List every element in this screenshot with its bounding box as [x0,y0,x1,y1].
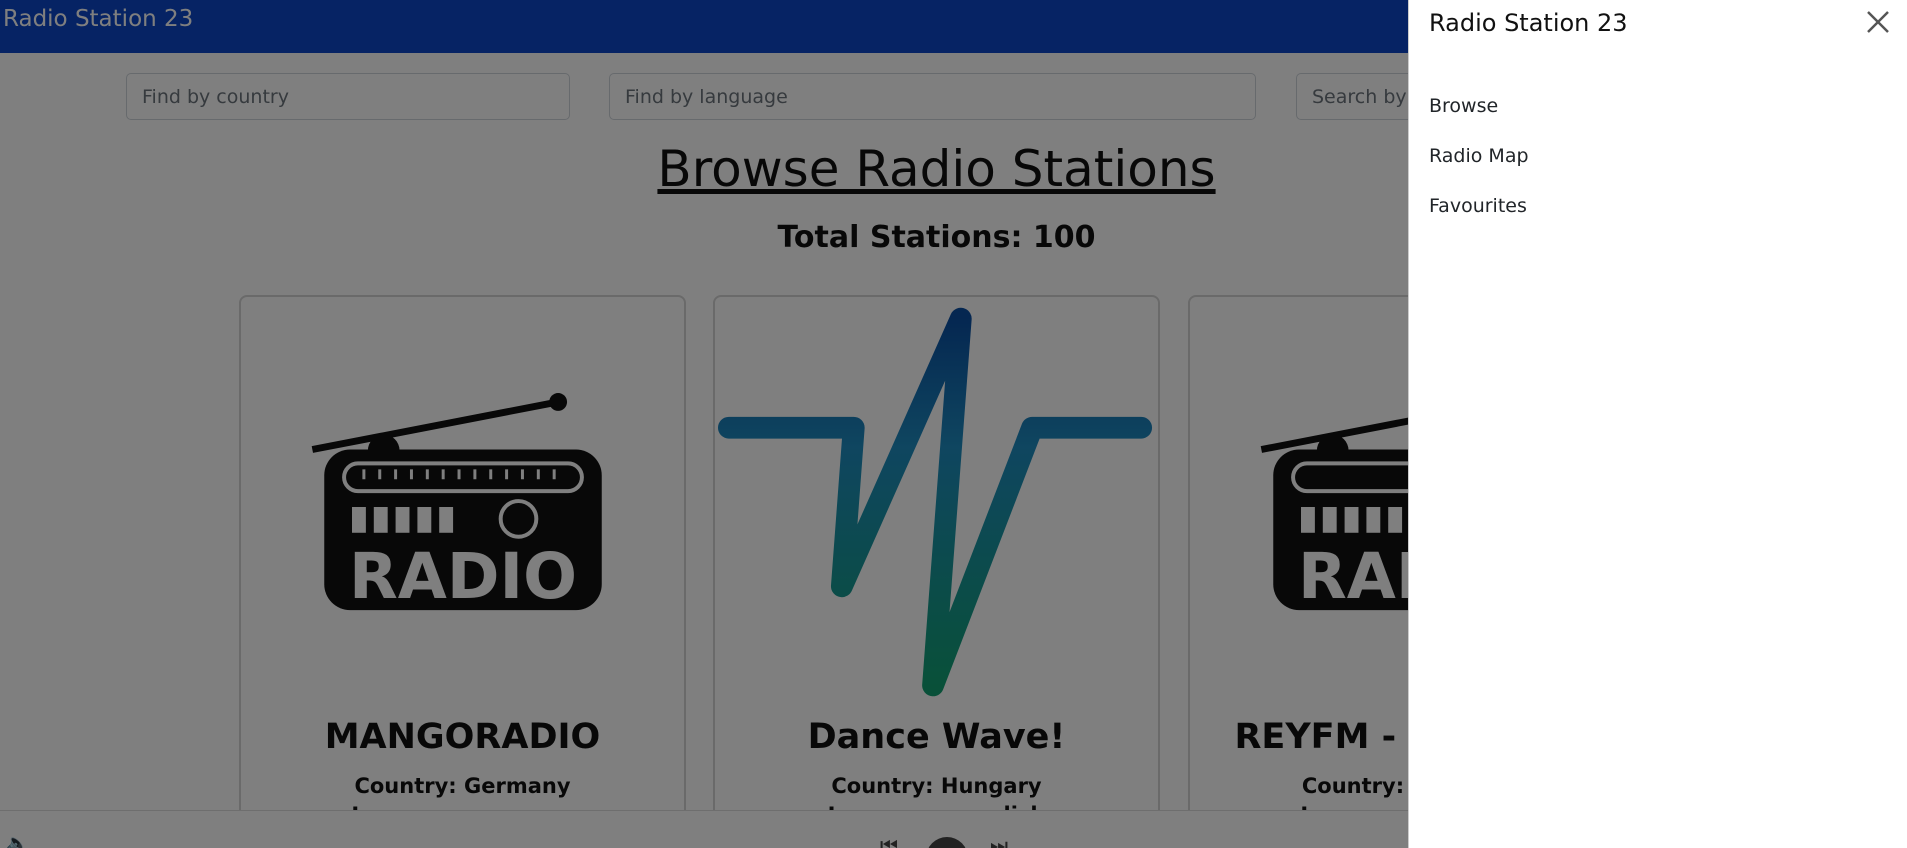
nav-link-browse[interactable]: Browse [1429,94,1529,144]
offcanvas-nav: Browse Radio Map Favourites [1429,94,1529,244]
nav-link-favourites[interactable]: Favourites [1429,194,1529,244]
offcanvas-menu: Radio Station 23 Browse Radio Map Favour… [1408,0,1907,848]
nav-link-radio-map[interactable]: Radio Map [1429,144,1529,194]
close-icon[interactable] [1864,8,1892,36]
offcanvas-title: Radio Station 23 [1429,9,1628,37]
